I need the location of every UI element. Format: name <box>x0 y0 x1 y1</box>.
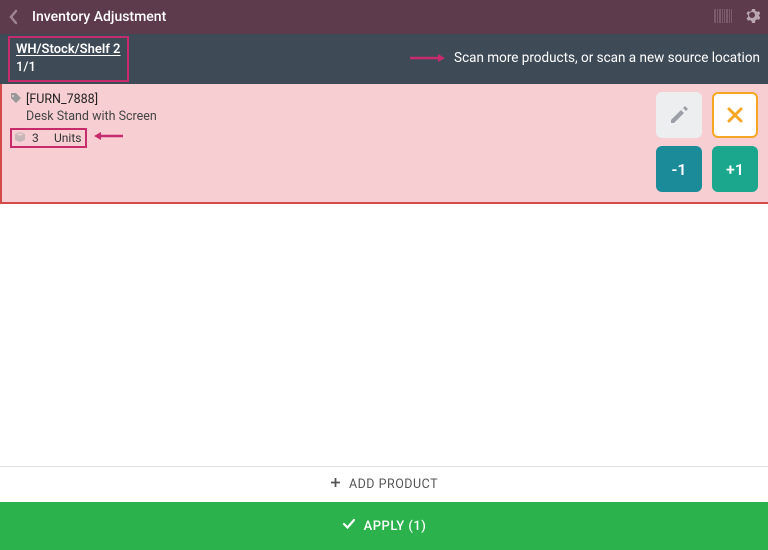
back-button[interactable] <box>8 9 28 25</box>
cancel-button[interactable] <box>712 92 758 138</box>
increment-button[interactable]: +1 <box>712 146 758 192</box>
empty-area <box>0 204 768 466</box>
decrement-button[interactable]: -1 <box>656 146 702 192</box>
app-header: Inventory Adjustment <box>0 0 768 34</box>
scan-hint-text: Scan more products, or scan a new source… <box>454 50 760 68</box>
product-line[interactable]: [FURN_7888] Desk Stand with Screen 3 Uni… <box>0 84 768 204</box>
add-product-label: ADD PRODUCT <box>349 477 438 492</box>
quantity-value: 3 <box>32 131 48 145</box>
product-info: [FURN_7888] Desk Stand with Screen 3 Uni… <box>10 92 656 192</box>
plus-icon <box>330 477 341 492</box>
settings-icon[interactable] <box>744 7 760 27</box>
edit-button[interactable] <box>656 92 702 138</box>
add-product-button[interactable]: ADD PRODUCT <box>0 466 768 502</box>
apply-button[interactable]: APPLY (1) <box>0 502 768 550</box>
quantity-unit: Units <box>54 131 81 145</box>
barcode-icon[interactable] <box>714 8 732 27</box>
location-count: 1/1 <box>16 59 121 77</box>
product-sku: [FURN_7888] <box>26 92 98 107</box>
location-bar: WH/Stock/Shelf 2 1/1 Scan more products,… <box>0 34 768 84</box>
package-icon <box>14 131 26 146</box>
location-box[interactable]: WH/Stock/Shelf 2 1/1 <box>8 36 129 81</box>
arrow-left-icon <box>93 129 123 144</box>
location-path: WH/Stock/Shelf 2 <box>16 41 121 59</box>
product-name: Desk Stand with Screen <box>10 109 656 124</box>
product-actions: -1 +1 <box>656 92 758 192</box>
tag-icon <box>10 92 22 107</box>
apply-label: APPLY (1) <box>364 519 427 534</box>
page-title: Inventory Adjustment <box>28 9 714 25</box>
check-icon <box>342 518 356 534</box>
arrow-right-icon <box>410 52 446 67</box>
content-area: [FURN_7888] Desk Stand with Screen 3 Uni… <box>0 84 768 550</box>
quantity-box[interactable]: 3 Units <box>10 128 87 148</box>
